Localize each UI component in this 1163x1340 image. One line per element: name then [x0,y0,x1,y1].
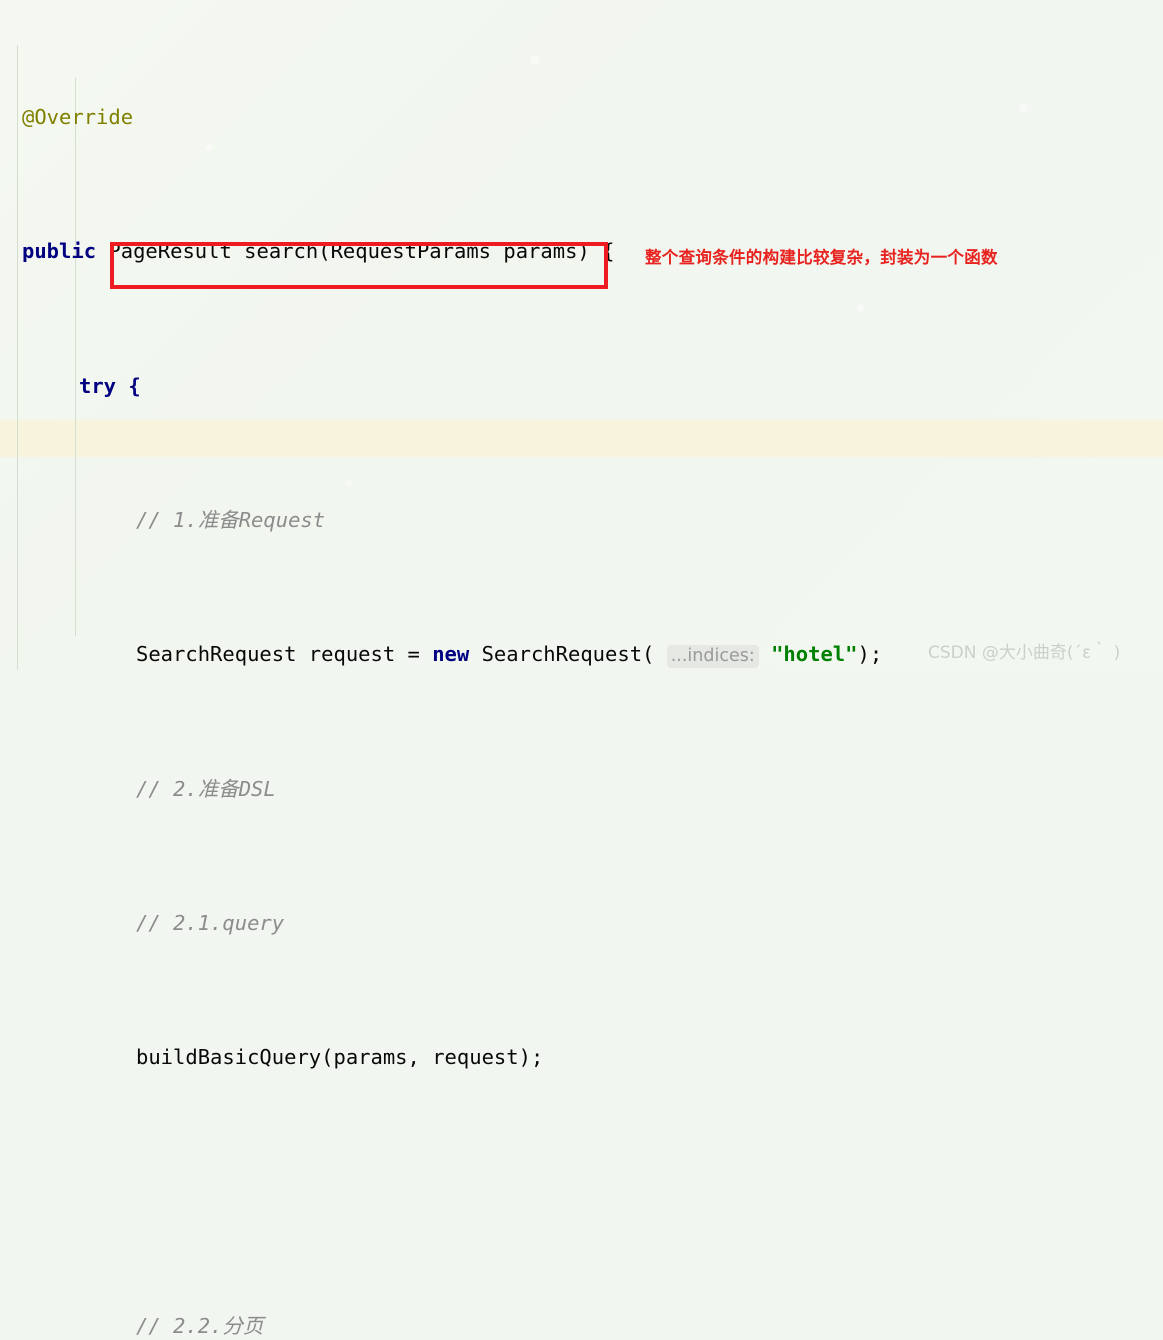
param-hint-indices[interactable]: ...indices: [666,645,759,669]
constructor-search-request: SearchRequest( [469,642,655,667]
comment-prepare-request: // 1.准备Request [136,507,326,532]
csdn-watermark: CSDN @大小曲奇(´ε｀ ) [928,643,1121,663]
code-line-comment-1[interactable]: // 1.准备Request [0,504,1037,538]
keyword-new: new [432,642,470,667]
string-hotel: "hotel" [771,642,858,667]
code-line-comment-21[interactable]: // 2.1.query [0,907,1037,941]
code-editor[interactable]: @Override public PageResult search(Reque… [0,0,1163,1338]
comment-query: // 2.1.query [136,911,285,936]
code-line-comment-22[interactable]: // 2.2.分页 [0,1310,1037,1340]
keyword-try: try { [79,373,141,398]
code-line-build-basic-query[interactable]: buildBasicQuery(params, request); [0,1041,1037,1075]
code-content[interactable]: @Override public PageResult search(Reque… [0,0,1037,1340]
code-line-comment-2[interactable]: // 2.准备DSL [0,773,1037,807]
annotation-override: @Override [22,104,134,129]
statement-close: ); [857,642,883,667]
red-annotation-note: 整个查询条件的构建比较复杂，封装为一个函数 [645,248,998,267]
code-line-override[interactable]: @Override [0,101,1037,135]
red-highlight-box [110,242,608,289]
keyword-public: public [22,239,97,264]
comment-prepare-dsl: // 2.准备DSL [136,776,276,801]
declaration-search-request: SearchRequest request = [136,642,433,667]
call-build-basic-query: buildBasicQuery(params, request); [136,1045,544,1070]
code-line-try[interactable]: try { [0,370,1037,404]
comment-pagination: // 2.2.分页 [136,1314,264,1339]
code-line-new-search-request[interactable]: SearchRequest request = new SearchReques… [0,638,1037,672]
code-line-blank-1[interactable] [0,1176,1037,1210]
